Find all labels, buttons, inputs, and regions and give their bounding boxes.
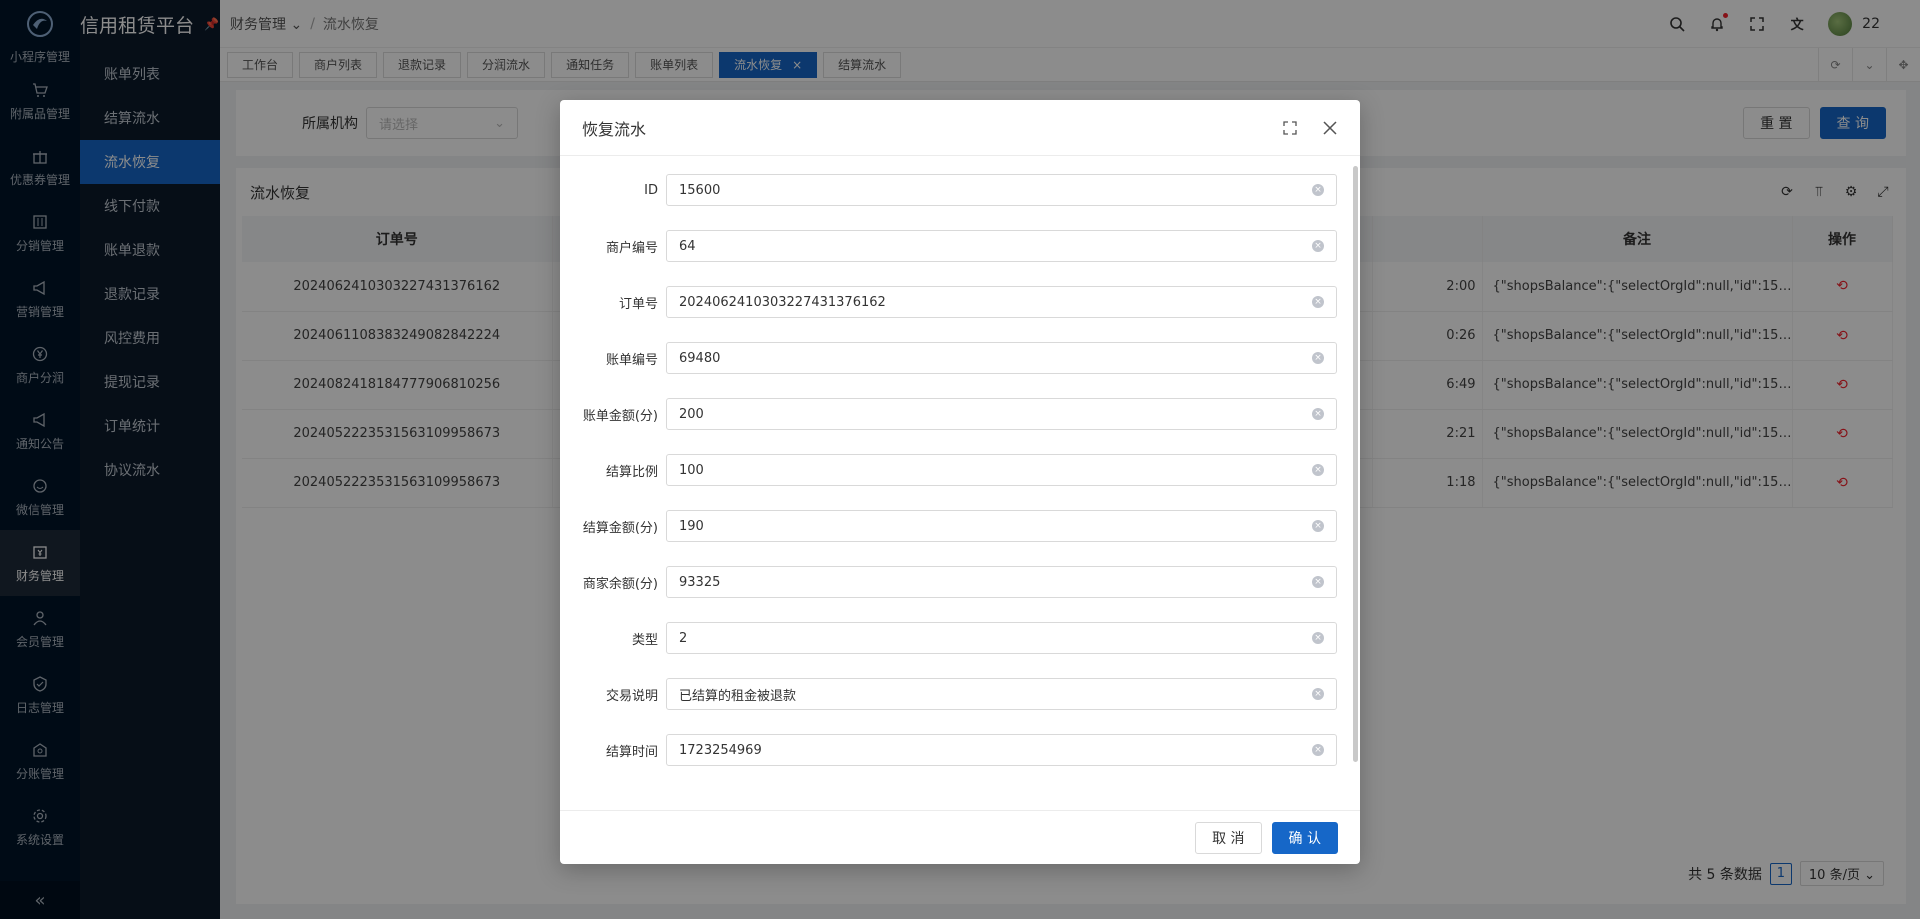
field-label: 类型 (631, 632, 658, 648)
field-label: 账单金额(分) (582, 408, 658, 424)
form-row: 交易说明 已结算的租金被退款 × (560, 678, 1345, 710)
field-input[interactable]: 2 × (666, 622, 1337, 654)
form-row: 结算金额(分) 190 × (560, 510, 1345, 542)
clear-icon[interactable]: × (1312, 184, 1324, 196)
clear-icon[interactable]: × (1312, 744, 1324, 756)
field-input[interactable]: 1723254969 × (666, 734, 1337, 766)
modal-form: ID 15600 × 商户编号 64 × 订单号 2024062410303227431376… (560, 156, 1360, 768)
field-label: 结算比例 (605, 464, 658, 480)
field-input[interactable]: 190 × (666, 510, 1337, 542)
field-value: 15600 (679, 182, 721, 198)
clear-icon[interactable]: × (1312, 632, 1324, 644)
field-input[interactable]: 2024062410303227431376162 × (666, 286, 1337, 318)
clear-icon[interactable]: × (1312, 352, 1324, 364)
close-icon[interactable] (1322, 120, 1338, 136)
form-row: ID 15600 × (560, 174, 1345, 206)
field-value: 100 (679, 462, 704, 478)
modal-title: 恢复流水 (582, 119, 647, 139)
field-label: 结算金额(分) (582, 520, 658, 536)
maximize-icon[interactable] (1282, 120, 1298, 136)
cancel-button[interactable]: 取 消 (1195, 821, 1262, 854)
field-label: 结算时间 (605, 744, 658, 760)
clear-icon[interactable]: × (1312, 408, 1324, 420)
form-row: 账单金额(分) 200 × (560, 398, 1345, 430)
clear-icon[interactable]: × (1312, 520, 1324, 532)
clear-icon[interactable]: × (1312, 576, 1324, 588)
field-label: 订单号 (618, 296, 658, 312)
field-input[interactable]: 64 × (666, 230, 1337, 262)
modal-scrollbar[interactable] (1353, 166, 1358, 762)
clear-icon[interactable]: × (1312, 688, 1324, 700)
confirm-button[interactable]: 确 认 (1271, 821, 1338, 854)
field-label: ID (644, 182, 658, 198)
field-input[interactable]: 93325 × (666, 566, 1337, 598)
field-label: 交易说明 (605, 688, 658, 704)
field-label: 商户编号 (605, 240, 658, 256)
field-input[interactable]: 69480 × (666, 342, 1337, 374)
field-input[interactable]: 15600 × (666, 174, 1337, 206)
field-value: 93325 (679, 574, 721, 590)
form-row: 账单编号 69480 × (560, 342, 1345, 374)
form-row: 商户编号 64 × (560, 230, 1345, 262)
field-input[interactable]: 200 × (666, 398, 1337, 430)
form-row: 订单号 2024062410303227431376162 × (560, 286, 1345, 318)
field-value: 200 (679, 406, 704, 422)
field-label: 账单编号 (605, 352, 658, 368)
clear-icon[interactable]: × (1312, 464, 1324, 476)
form-row: 类型 2 × (560, 622, 1345, 654)
field-value: 2 (679, 630, 688, 646)
field-value: 69480 (679, 350, 721, 366)
restore-modal: 恢复流水 ID 15600 × 商户编号 64 × 订单号 20240624103032274… (560, 100, 1360, 864)
field-label: 商家余额(分) (582, 576, 658, 592)
field-input[interactable]: 已结算的租金被退款 × (666, 678, 1337, 710)
form-row: 商家余额(分) 93325 × (560, 566, 1345, 598)
field-value: 1723254969 (679, 742, 762, 758)
clear-icon[interactable]: × (1312, 240, 1324, 252)
form-row: 结算时间 1723254969 × (560, 734, 1345, 766)
field-value: 190 (679, 518, 704, 534)
field-value: 64 (679, 238, 696, 254)
form-row: 结算比例 100 × (560, 454, 1345, 486)
clear-icon[interactable]: × (1312, 296, 1324, 308)
field-value: 已结算的租金被退款 (679, 688, 797, 704)
field-input[interactable]: 100 × (666, 454, 1337, 486)
field-value: 2024062410303227431376162 (679, 294, 886, 310)
